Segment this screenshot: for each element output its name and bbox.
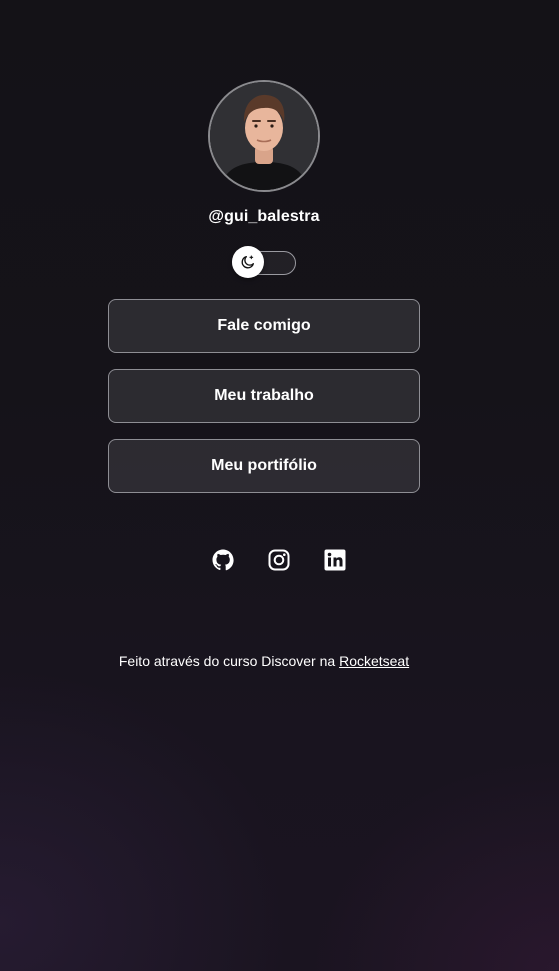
linkedin-icon (324, 549, 346, 571)
theme-switch[interactable] (232, 246, 296, 278)
fale-comigo-button[interactable]: Fale comigo (108, 299, 420, 353)
avatar-photo (210, 82, 318, 190)
profile: @gui_balestra (108, 80, 420, 226)
instagram-icon (268, 549, 290, 571)
avatar (208, 80, 320, 192)
instagram-link[interactable] (267, 548, 291, 572)
switch-knob[interactable] (232, 246, 264, 278)
social-links (15, 548, 543, 572)
username: @gui_balestra (208, 208, 320, 225)
meu-portifolio-button[interactable]: Meu portifólio (108, 439, 420, 493)
rocketseat-link[interactable]: Rocketseat (339, 653, 409, 669)
github-link[interactable] (211, 548, 235, 572)
footer-text: Feito através do curso Discover na (118, 653, 340, 669)
moon-icon (241, 255, 254, 269)
page-container: @gui_balestra Fale comigo Meu trabalho M… (0, 0, 559, 971)
links-list: Fale comigo Meu trabalho Meu portifólio (108, 299, 420, 509)
meu-trabalho-button[interactable]: Meu trabalho (108, 369, 420, 423)
footer: Feito através do curso Discover na Rocke… (0, 653, 528, 669)
linkedin-link[interactable] (323, 548, 347, 572)
github-icon (212, 549, 234, 571)
